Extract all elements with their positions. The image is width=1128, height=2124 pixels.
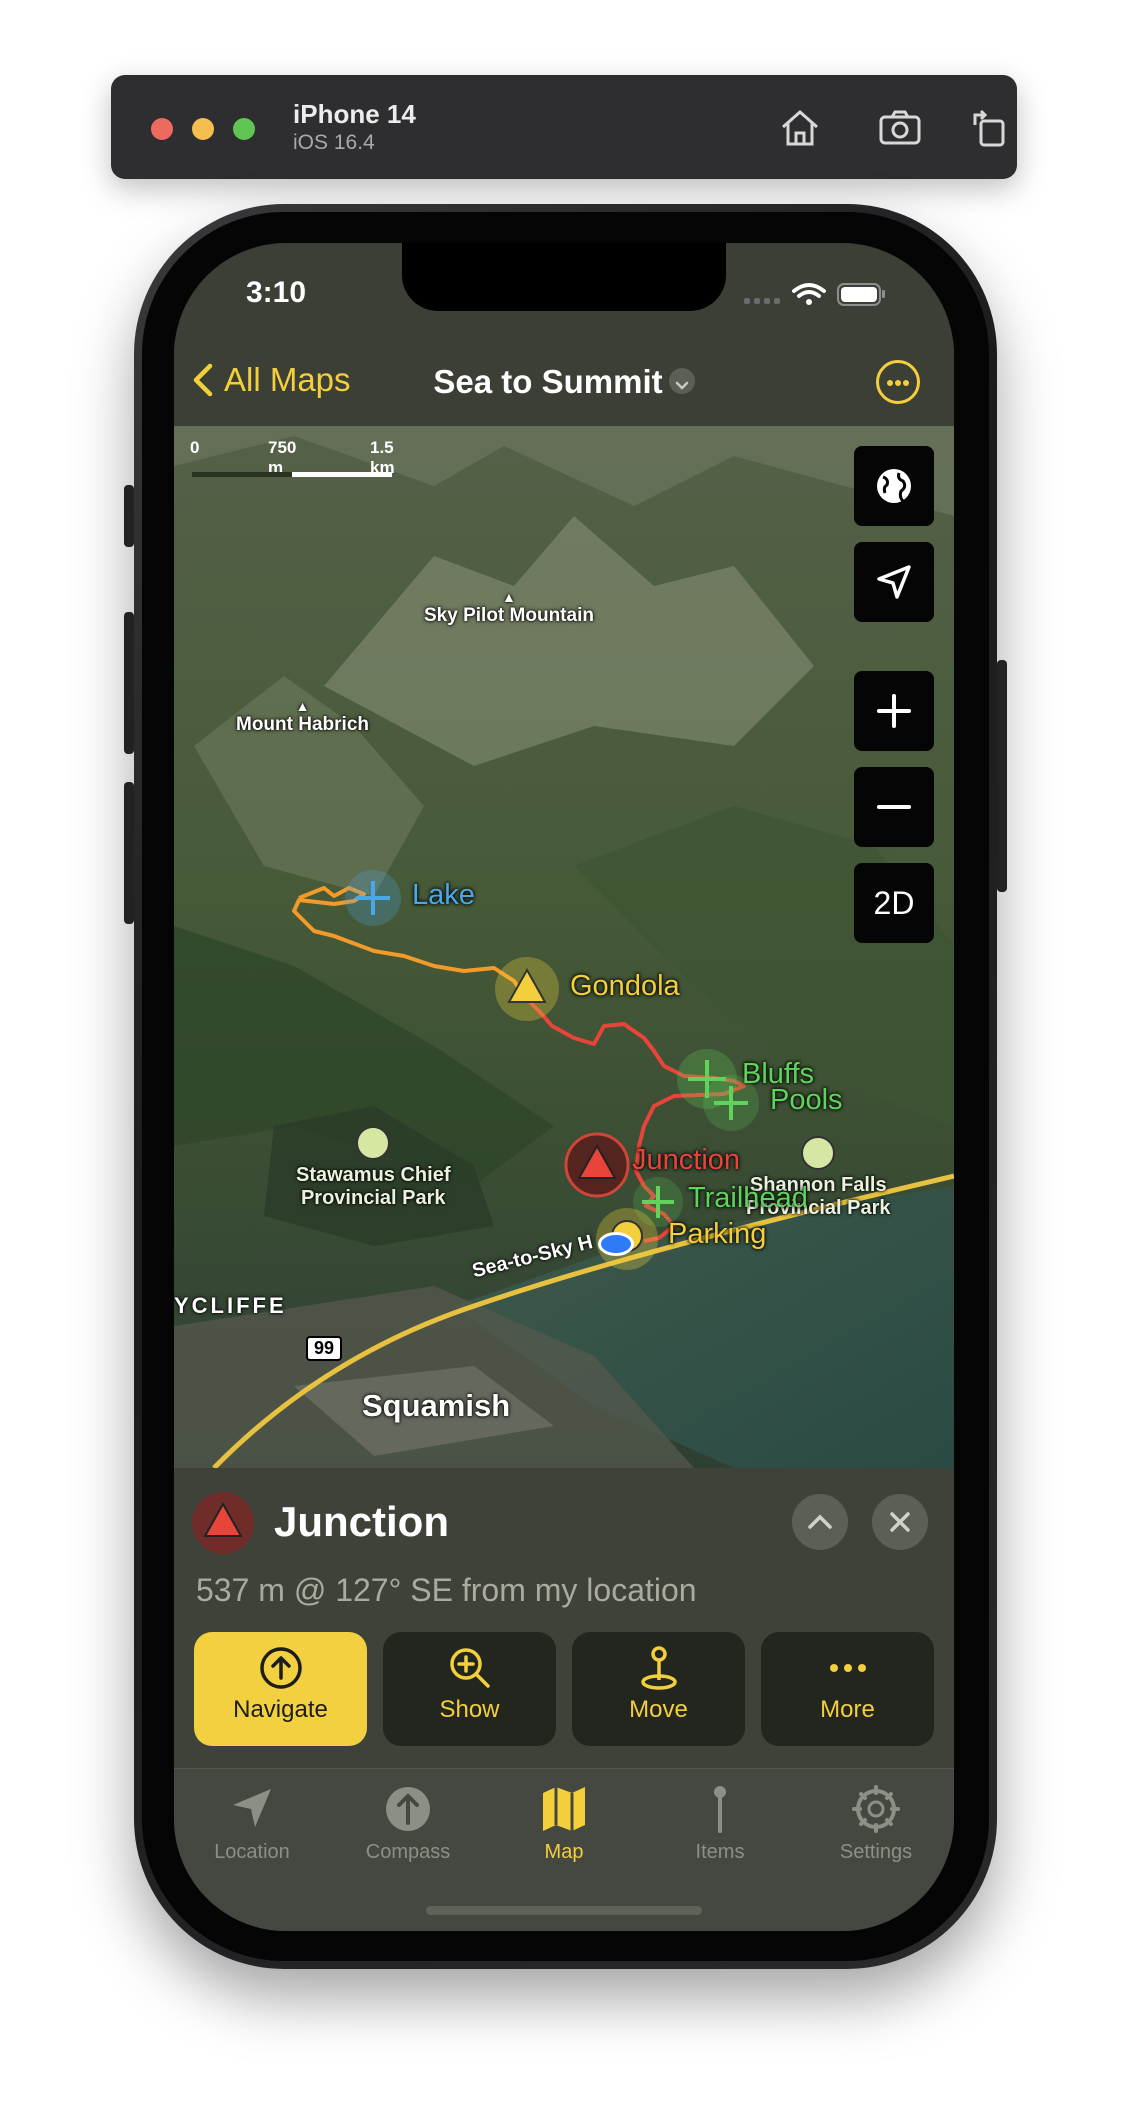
waypoint-pools[interactable]: Pools: [702, 1074, 843, 1137]
phone-screen: 3:10 All Maps Sea to Summit 0 750 m 1.5 …: [174, 243, 954, 1931]
habrich-text: Mount Habrich: [236, 714, 369, 735]
peak-icon: ▲: [295, 698, 310, 714]
waypoint-detail-panel: Junction 537 m @ 127° SE from my locatio…: [174, 1468, 954, 1768]
navigate-button[interactable]: Navigate: [194, 1632, 367, 1746]
minus-icon[interactable]: [854, 767, 934, 847]
pin-icon: [714, 1786, 726, 1833]
waypoint-pools-label: Pools: [770, 1084, 843, 1116]
waypoint-gondola[interactable]: Gondola: [494, 956, 680, 1027]
stawamus-label: Stawamus Chief Provincial Park: [296, 1126, 450, 1210]
screenshot-icon[interactable]: [875, 103, 925, 153]
current-location-dot: [598, 1232, 634, 1256]
globe-icon[interactable]: [854, 446, 934, 526]
gear-icon: [852, 1785, 900, 1833]
tab-items-label: Items: [695, 1841, 745, 1863]
status-icons: [734, 279, 914, 309]
map-title-text: Sea to Summit: [433, 363, 663, 400]
zoom-window-button[interactable]: [233, 118, 255, 140]
location-arrow-icon[interactable]: [854, 542, 934, 622]
2d-toggle-button[interactable]: 2D: [854, 863, 934, 943]
silent-switch: [124, 485, 134, 547]
tab-items[interactable]: Items: [642, 1783, 798, 1864]
ellipsis-icon: [829, 1664, 866, 1672]
waypoint-lake[interactable]: Lake: [344, 869, 475, 932]
zoom-in-icon: [449, 1648, 490, 1688]
sky-pilot-label: ▲ Sky Pilot Mountain: [424, 589, 594, 627]
peak-icon: ▲: [502, 589, 516, 605]
waypoint-parking-label: Parking: [668, 1218, 767, 1250]
power-button: [997, 660, 1007, 892]
location-arrow-icon: [233, 1789, 271, 1827]
more-button[interactable]: More: [761, 1632, 934, 1746]
navigation-bar: All Maps Sea to Summit: [174, 340, 954, 426]
ellipsis-circle-icon[interactable]: [876, 360, 920, 404]
notch: [402, 243, 726, 311]
waypoint-lake-label: Lake: [412, 879, 475, 911]
scale-zero: 0: [190, 438, 200, 457]
wifi-icon: [792, 283, 826, 305]
signal-icon: [744, 298, 780, 304]
home-icon[interactable]: [775, 103, 825, 153]
close-icon[interactable]: [872, 1494, 928, 1550]
terrain-imagery: [174, 426, 954, 1468]
battery-icon: [837, 283, 885, 306]
tab-settings[interactable]: Settings: [798, 1783, 954, 1864]
close-window-button[interactable]: [151, 118, 173, 140]
status-time: 3:10: [246, 276, 307, 309]
simulator-titlebar: iPhone 14 iOS 16.4: [111, 75, 1017, 179]
scale-segment-dark: [192, 472, 292, 477]
map-view[interactable]: 0 750 m 1.5 km 2D ▲ Sky Pilot Mountain ▲…: [174, 426, 954, 1468]
triangle-marker-icon: [564, 1132, 630, 1198]
navigate-icon: [259, 1647, 302, 1689]
panel-title: Junction: [274, 1498, 449, 1545]
navigate-label: Navigate: [233, 1696, 328, 1723]
os-version: iOS 16.4: [293, 131, 375, 154]
move-label: Move: [629, 1696, 688, 1723]
cross-marker-icon: [703, 1075, 759, 1131]
tab-map[interactable]: Map: [486, 1783, 642, 1864]
stawamus-text-2: Provincial Park: [300, 1187, 446, 1209]
tab-compass[interactable]: Compass: [330, 1783, 486, 1864]
rotate-icon[interactable]: [965, 103, 1015, 153]
squamish-label: Squamish: [362, 1388, 511, 1423]
scale-segment-light: [292, 472, 392, 477]
habrich-label: ▲ Mount Habrich: [236, 698, 369, 736]
map-title[interactable]: Sea to Summit: [174, 363, 954, 401]
tab-map-label: Map: [544, 1841, 584, 1863]
minimize-window-button[interactable]: [192, 118, 214, 140]
highway-shield: 99: [306, 1336, 343, 1361]
sky-pilot-text: Sky Pilot Mountain: [424, 605, 594, 626]
home-indicator: [426, 1906, 702, 1915]
map-icon: [543, 1787, 585, 1831]
show-button[interactable]: Show: [383, 1632, 556, 1746]
tab-settings-label: Settings: [839, 1841, 913, 1863]
waypoint-junction-label: Junction: [632, 1144, 741, 1176]
more-label: More: [820, 1696, 875, 1723]
show-label: Show: [439, 1696, 500, 1723]
panel-subtitle: 537 m @ 127° SE from my location: [196, 1572, 697, 1608]
volume-up-button: [124, 612, 134, 754]
waypoint-gondola-label: Gondola: [570, 970, 680, 1002]
waypoint-junction[interactable]: Junction: [564, 1132, 740, 1203]
stawamus-text-1: Stawamus Chief: [296, 1164, 451, 1186]
ycliffe-label: YCLIFFE: [174, 1293, 287, 1318]
chevron-up-icon[interactable]: [792, 1494, 848, 1550]
park-icon: [356, 1126, 391, 1160]
compass-icon: [386, 1787, 430, 1831]
waypoint-trailhead-label: Trailhead: [688, 1182, 808, 1214]
tab-location[interactable]: Location: [174, 1783, 330, 1864]
tab-bar: Location Compass Map Items Settings: [174, 1768, 954, 1931]
device-name: iPhone 14: [293, 99, 416, 129]
triangle-marker-icon: [495, 957, 559, 1021]
tab-compass-label: Compass: [365, 1841, 451, 1863]
tab-location-label: Location: [214, 1841, 290, 1863]
volume-down-button: [124, 782, 134, 924]
park-icon: [801, 1136, 836, 1170]
chevron-down-icon: [668, 368, 695, 395]
cross-marker-icon: [345, 870, 401, 926]
pin-move-icon: [640, 1646, 677, 1690]
junction-marker-icon: [192, 1492, 254, 1554]
move-button[interactable]: Move: [572, 1632, 745, 1746]
plus-icon[interactable]: [854, 671, 934, 751]
